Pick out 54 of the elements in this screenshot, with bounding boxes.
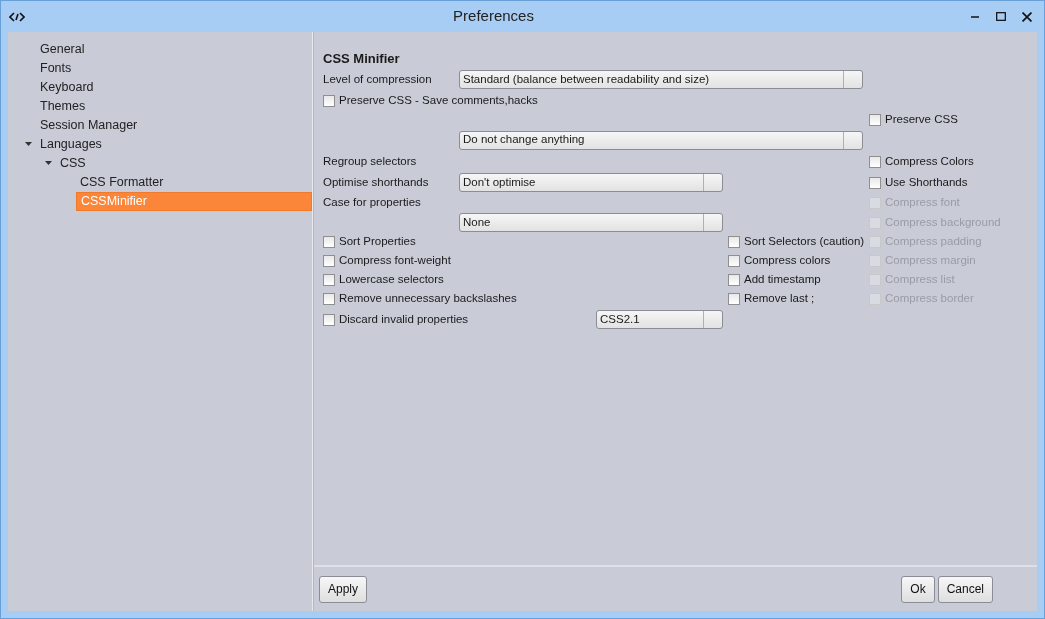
field-label: Level of compression xyxy=(323,71,433,87)
checkbox[interactable] xyxy=(869,155,881,168)
checkbox[interactable] xyxy=(323,313,335,326)
field-label: Regroup selectors xyxy=(323,153,418,169)
app-code-icon xyxy=(9,10,25,23)
checkbox[interactable] xyxy=(323,95,335,107)
checkbox[interactable] xyxy=(728,273,740,286)
checkbox-label: Compress font-weight xyxy=(339,252,451,268)
caret-icon[interactable] xyxy=(24,142,32,147)
checkbox-label: Use Shorthands xyxy=(885,174,968,190)
tree-item[interactable]: Keyboard xyxy=(8,78,312,97)
checkbox-label: Add timestamp xyxy=(744,271,821,287)
dropdown[interactable]: CSS2.1 xyxy=(596,310,723,329)
field-label: Case for properties xyxy=(323,195,422,211)
checkbox[interactable] xyxy=(869,176,881,189)
checkbox-label: Compress Colors xyxy=(885,153,974,169)
tree-item[interactable]: Languages xyxy=(8,135,312,154)
checkbox-label: Lowercase selectors xyxy=(339,271,444,287)
dropdown[interactable]: Standard (balance between readability and size) xyxy=(459,70,863,89)
window-title: Preferences xyxy=(452,6,535,27)
checkbox-label: Preserve CSS xyxy=(885,112,958,128)
checkbox[interactable] xyxy=(323,292,335,305)
checkbox[interactable] xyxy=(728,254,740,267)
checkbox-label: Preserve CSS - Save comments,hacks xyxy=(339,93,538,109)
checkbox[interactable] xyxy=(869,114,881,126)
dropdown[interactable]: Do not change anything xyxy=(459,130,863,150)
cancel-button[interactable]: Cancel xyxy=(937,575,993,603)
checkbox[interactable] xyxy=(323,235,335,248)
checkbox-label: Compress colors xyxy=(744,252,831,268)
dropdown[interactable]: Don't optimise xyxy=(459,173,723,192)
checkbox[interactable] xyxy=(728,235,740,248)
tree-item[interactable]: Session Manager xyxy=(8,116,312,135)
checkbox-label: Discard invalid properties xyxy=(339,311,469,327)
dropdown[interactable]: None xyxy=(459,213,723,232)
maximize-icon xyxy=(996,12,1006,21)
tree-item[interactable]: General xyxy=(8,40,312,59)
tree-item[interactable]: Fonts xyxy=(8,59,312,78)
checkbox[interactable] xyxy=(728,292,740,305)
checkbox[interactable] xyxy=(323,273,335,286)
checkbox[interactable] xyxy=(323,254,335,267)
tree-item[interactable]: Themes xyxy=(8,97,312,116)
tree-item[interactable]: CSS Formatter xyxy=(76,173,312,192)
checkbox-label: Sort Properties xyxy=(339,233,416,249)
panel-title: CSS Minifier xyxy=(323,49,401,68)
tree-item[interactable]: CSS xyxy=(8,154,312,173)
checkbox-label: Remove last ; xyxy=(744,290,815,306)
field-label: Optimise shorthands xyxy=(323,174,430,190)
ok-button[interactable]: Ok xyxy=(901,575,935,603)
minimize-icon xyxy=(971,15,979,18)
caret-icon[interactable] xyxy=(44,161,52,166)
apply-button[interactable]: Apply xyxy=(319,575,368,603)
close-icon xyxy=(1022,11,1032,22)
checkbox-label: Remove unnecessary backslashes xyxy=(339,290,517,306)
checkbox-label: Sort Selectors (caution) xyxy=(744,233,865,249)
